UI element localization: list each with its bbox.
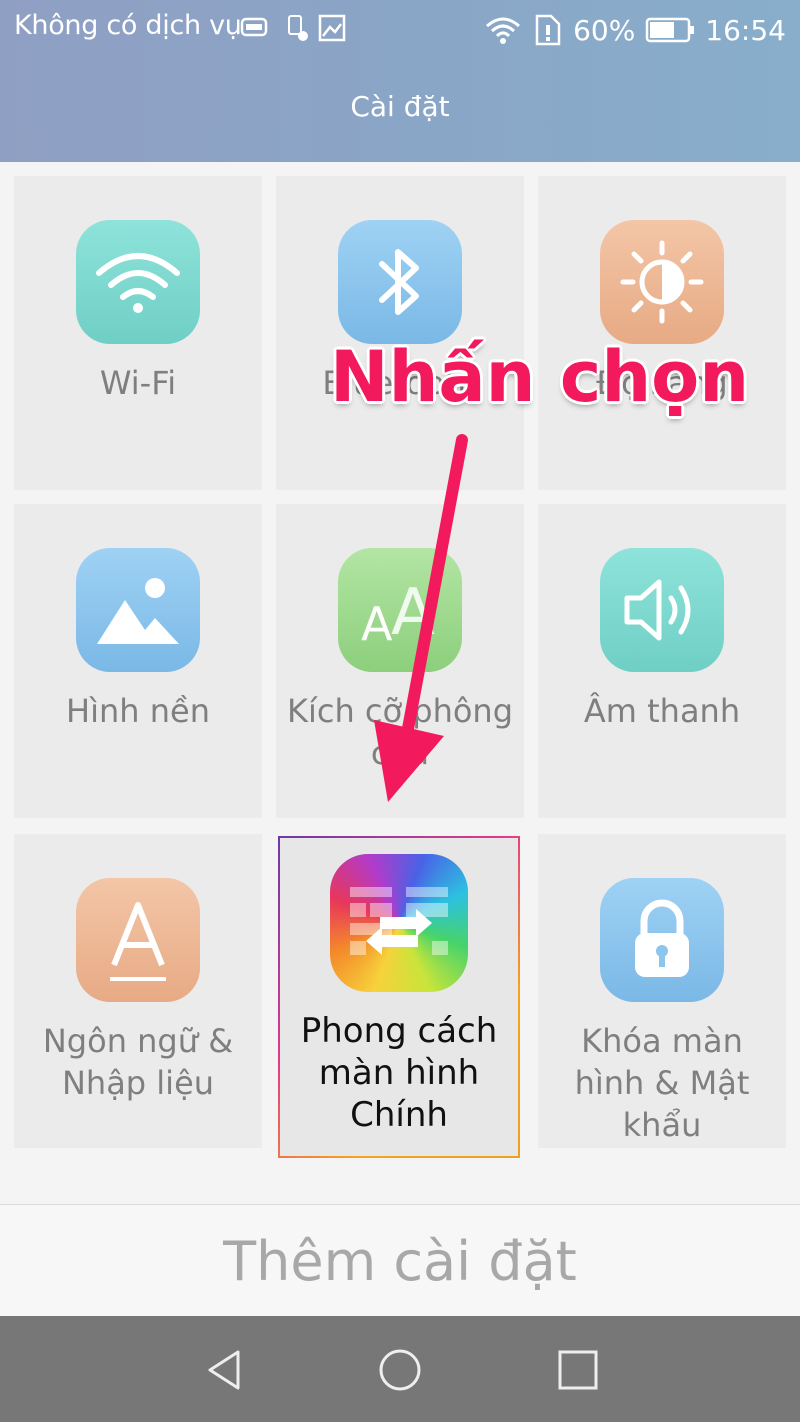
lock-icon <box>600 878 724 1002</box>
tile-wifi[interactable]: Wi-Fi <box>14 176 262 490</box>
tile-home-screen-style[interactable]: Phong cách màn hình Chính <box>278 836 520 1158</box>
home-icon[interactable] <box>376 1346 424 1394</box>
tile-label: Wi-Fi <box>99 364 177 402</box>
tile-label: Hình nền <box>66 692 210 730</box>
wallpaper-icon <box>76 548 200 672</box>
recent-apps-icon[interactable] <box>554 1346 602 1394</box>
carrier-text: Không có dịch vụ <box>14 10 242 41</box>
no-sim-icon <box>535 14 561 46</box>
tile-sound[interactable]: Âm thanh <box>538 504 786 818</box>
tile-label: Ngôn ngữ & Nhập liệu <box>42 1022 234 1102</box>
back-icon[interactable] <box>200 1346 248 1394</box>
battery-icon <box>646 17 695 43</box>
clock: 16:54 <box>705 13 786 47</box>
tile-label: Phong cách màn hình Chính <box>300 1011 498 1135</box>
tile-label: Âm thanh <box>583 692 741 730</box>
bluetooth-icon <box>338 220 462 344</box>
top-bar: Không có dịch vụ 60% 16:54 Cài đặt <box>0 0 800 162</box>
sim-notification-icon <box>288 15 308 41</box>
message-icon <box>240 17 268 37</box>
tile-label: Khóa màn hình & Mật khẩu <box>574 1022 750 1144</box>
image-notification-icon <box>318 14 346 42</box>
annotation-arrow-icon <box>374 434 468 802</box>
tile-lock-screen[interactable]: Khóa màn hình & Mật khẩu <box>538 834 786 1148</box>
sound-icon <box>600 548 724 672</box>
page-title: Cài đặt <box>350 90 450 123</box>
more-settings-button[interactable]: Thêm cài đặt <box>0 1204 800 1317</box>
battery-percent: 60% <box>573 13 636 47</box>
tile-brightness[interactable]: Độ sáng <box>538 176 786 490</box>
brightness-icon <box>600 220 724 344</box>
wifi-signal-icon <box>486 17 521 44</box>
tile-language[interactable]: Ngôn ngữ & Nhập liệu <box>14 834 262 1148</box>
status-bar: Không có dịch vụ 60% 16:54 <box>0 0 800 60</box>
annotation-text: Nhấn chọn <box>330 336 750 418</box>
tile-wallpaper[interactable]: Hình nền <box>14 504 262 818</box>
wifi-icon <box>76 220 200 344</box>
language-icon <box>76 878 200 1002</box>
navigation-bar <box>0 1316 800 1422</box>
home-screen-style-icon <box>330 854 468 992</box>
